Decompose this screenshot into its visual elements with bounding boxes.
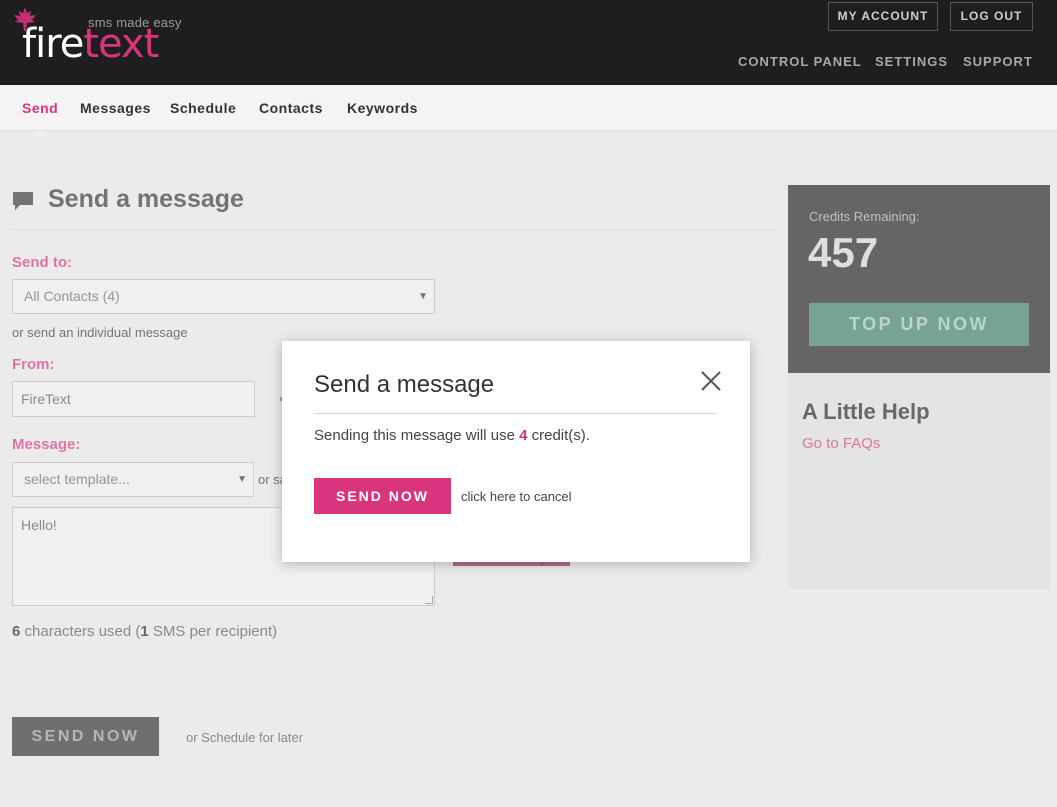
section-tabs: Send Messages Schedule Contacts Keywords [0,85,1057,138]
nav-support[interactable]: SUPPORT [963,54,1033,69]
nav-control-panel[interactable]: CONTROL PANEL [738,54,862,69]
tab-schedule[interactable]: Schedule [170,100,236,116]
firetext-logo[interactable]: sms made easy firetext [12,6,182,66]
nav-settings[interactable]: SETTINGS [875,54,948,69]
logo-word-text: text [83,21,159,67]
tab-keywords[interactable]: Keywords [347,100,418,116]
dialog-send-now-button[interactable]: SEND NOW [314,478,451,514]
log-out-button[interactable]: LOG OUT [950,2,1033,31]
dialog-message-end: credit(s). [527,427,590,444]
dialog-cancel-link[interactable]: click here to cancel [461,489,572,504]
dialog-title: Send a message [314,371,495,398]
dialog-divider [314,413,717,414]
close-icon[interactable] [700,370,722,392]
tab-send[interactable]: Send [22,100,58,116]
dialog-message-start: Sending this message will use [314,427,520,444]
tab-contacts[interactable]: Contacts [259,100,323,116]
tab-messages[interactable]: Messages [80,100,151,116]
my-account-button[interactable]: MY ACCOUNT [828,2,938,31]
confirm-send-dialog: Send a message Sending this message will… [282,341,750,562]
logo-wordmark: firetext [22,21,159,67]
logo-word-fire: fire [22,21,84,67]
dialog-message: Sending this message will use 4 credit(s… [314,427,590,444]
top-header: sms made easy firetext MY ACCOUNT LOG OU… [0,0,1057,85]
